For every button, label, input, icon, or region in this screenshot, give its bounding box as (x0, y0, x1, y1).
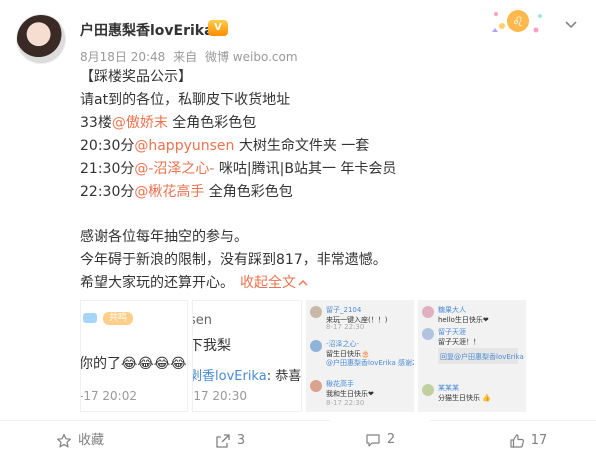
avatar[interactable] (16, 14, 66, 64)
action-bar: 收藏 3 17 (0, 420, 596, 460)
image-thumbnail[interactable]: sen 下我梨 剥香lovErika: 恭喜30分 -17 20:30 (192, 300, 302, 412)
content-line: 33楼@傲娇末 全角色彩色包 (80, 112, 580, 135)
thumbs-up-icon (510, 433, 524, 448)
vip-badge-icon[interactable]: V (208, 20, 228, 36)
post-content: 【踩楼奖品公示】 请at到的各位，私聊皮下收货地址 33楼@傲娇末 全角色彩色包… (80, 66, 580, 295)
content-line: 21:30分@-沼泽之心- 咪咕|腾讯|B站其一 年卡会员 (80, 158, 580, 181)
image-gallery: 共鸣 你的了😂😂😂😂 -17 20:02 sen 下我梨 剥香lovErika:… (80, 300, 580, 412)
mini-name: -沼泽之心- (326, 340, 360, 348)
thumb-text: sen (193, 313, 213, 328)
prize-text: 全角色彩色包 (204, 184, 293, 200)
mini-avatar (422, 328, 434, 340)
image-thumbnail[interactable]: 共鸣 你的了😂😂😂😂 -17 20:02 (80, 300, 188, 412)
thumb-text: 下我梨 (192, 338, 231, 354)
mini-avatar (422, 306, 434, 318)
mini-time: 8-17 22:30 (326, 323, 365, 331)
star-icon (56, 433, 72, 447)
content-line: 22:30分@楸花高手 全角色彩色包 (80, 181, 580, 204)
repost-button[interactable]: 3 (180, 421, 280, 460)
favorite-button[interactable]: 收藏 (30, 421, 130, 460)
thumb-text: 你的了😂😂😂😂 (80, 356, 187, 372)
thumb-time: -17 20:02 (80, 389, 137, 403)
mini-avatar (310, 380, 322, 392)
content-line: 请at到的各位，私聊皮下收货地址 (80, 92, 291, 108)
mini-text: 留子天涯！！ (438, 338, 480, 346)
mini-name: 某某某 (438, 384, 459, 392)
mini-comment: 楸花高手 我和生日快乐❤ 8-17 22:30 (310, 378, 410, 408)
mini-reply: @户田惠梨香lovErika 感谢21点30的你 (326, 359, 414, 367)
thumb-text: 剥香lovErika: 恭喜30分 (192, 365, 302, 384)
post-date[interactable]: 8月18日 20:48 (80, 50, 165, 64)
content-line: 感谢各位每年抽空的参与。 (80, 229, 248, 245)
tag-badge: 共鸣 (103, 312, 133, 325)
comment-button[interactable]: 2 (330, 420, 430, 460)
favorite-label: 收藏 (77, 433, 104, 448)
prize-text: 大树生命文件夹 一套 (234, 138, 370, 154)
post-source[interactable]: 微博 weibo.com (205, 50, 298, 64)
like-button[interactable]: 17 (478, 421, 578, 460)
like-count: 17 (530, 433, 548, 448)
mini-comment: 某某某 分猫生日快乐 👍 (422, 382, 522, 412)
image-thumbnail[interactable]: 留子_2104 来玩一键入座(！！) 8-17 22:30 -沼泽之心- 留生日… (306, 300, 414, 412)
mention-link[interactable]: @happyunsen (134, 138, 234, 154)
mention-link[interactable]: @楸花高手 (134, 184, 204, 200)
post-meta: 8月18日 20:48 来自 微博 weibo.com (80, 48, 302, 65)
tag-icon (83, 313, 97, 323)
collapse-button[interactable]: 收起全文 (240, 275, 296, 291)
floor-label: 33楼 (80, 115, 112, 131)
mini-name: 留子_2104 (326, 306, 362, 314)
content-line: 【踩楼奖品公示】 (80, 69, 192, 85)
comment-count: 2 (386, 432, 396, 447)
mention-link[interactable]: @傲娇末 (112, 115, 168, 131)
mini-avatar (422, 384, 434, 396)
time-label: 22:30分 (80, 184, 135, 200)
mini-comment: -沼泽之心- 留生日快乐🎂 @户田惠梨香lovErika 感谢21点30的你 (310, 338, 414, 368)
mini-avatar (310, 306, 322, 318)
image-thumbnail[interactable]: 糖果大人 hello生日快乐❤ 留子天涯 留子天涯！！ 回复@户田惠梨香lovE… (418, 300, 526, 412)
username[interactable]: 户田惠梨香lovErika (80, 20, 214, 40)
chevron-up-icon[interactable] (298, 278, 308, 288)
mini-time: 8-17 22:30 (326, 399, 365, 407)
leo-sticker-icon: ♌ (492, 10, 542, 33)
chevron-down-icon[interactable] (564, 18, 578, 32)
mini-reply: 回复@户田惠梨香lovErika 恭喜你中奖！ (440, 353, 526, 361)
mini-name: 糖果大人 (438, 306, 466, 314)
prize-text: 咪咕|腾讯|B站其一 年卡会员 (214, 161, 397, 177)
mini-comment: 留子_2104 来玩一键入座(！！) 8-17 22:30 (310, 304, 410, 334)
mini-name: 楸花高手 (326, 380, 354, 388)
mini-text: hello生日快乐❤ (438, 316, 489, 324)
source-prefix: 来自 (173, 50, 198, 64)
prize-text: 全角色彩色包 (167, 115, 257, 131)
svg-text:♌: ♌ (512, 15, 524, 30)
reply-box: 回复@户田惠梨香lovErika 恭喜你中奖！ (438, 348, 526, 364)
repost-count: 3 (236, 433, 246, 448)
thumb-mention: 剥香lovErika (192, 369, 267, 384)
time-label: 20:30分 (80, 138, 135, 154)
mini-text: 我和生日快乐❤ (326, 390, 374, 398)
content-line: 20:30分@happyunsen 大树生命文件夹 一套 (80, 135, 580, 158)
comment-icon (366, 433, 380, 447)
content-line: 今年碍于新浪的限制，没有踩到817，非常遗憾。 (80, 252, 387, 268)
mini-name: 留子天涯 (438, 328, 466, 336)
share-icon (216, 433, 230, 448)
mini-text: 分猫生日快乐 👍 (438, 394, 491, 402)
mini-avatar (310, 340, 322, 352)
weibo-post-card: 户田惠梨香lovErika V 8月18日 20:48 来自 微博 weibo.… (0, 0, 596, 460)
content-line: 希望大家玩的还算开心。 收起全文 (80, 272, 580, 295)
mention-link[interactable]: @-沼泽之心- (134, 161, 214, 177)
thumb-time: -17 20:30 (192, 389, 247, 403)
thumb-reply: : 恭喜30分 (266, 369, 302, 384)
time-label: 21:30分 (80, 161, 135, 177)
closing-text: 希望大家玩的还算开心。 (80, 275, 234, 291)
